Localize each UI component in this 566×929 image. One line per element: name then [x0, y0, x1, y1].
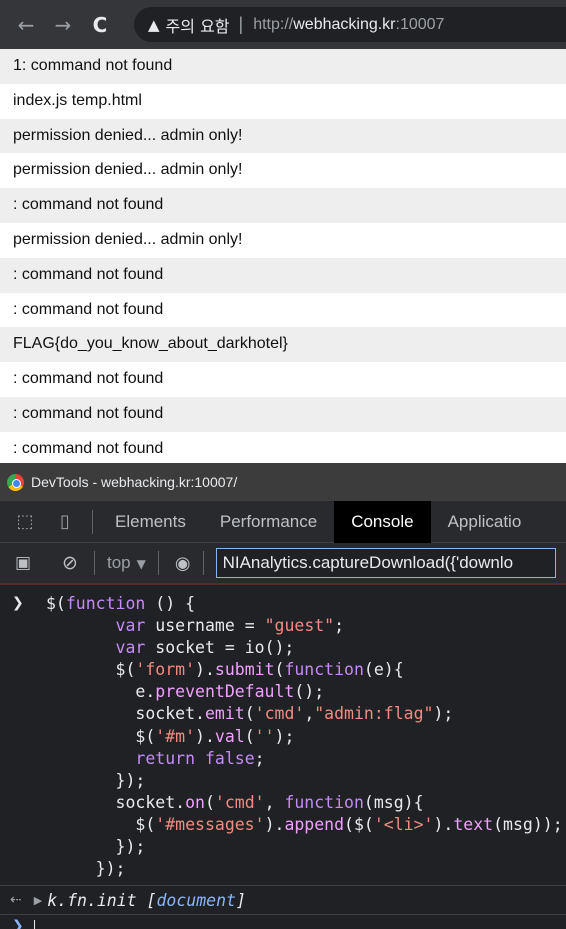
console-prompt[interactable]: ❯	[0, 914, 566, 929]
url-separator: |	[238, 14, 244, 34]
browser-toolbar: ← → C ▲ 주의 요함 | http://webhacking.kr:100…	[0, 0, 566, 49]
prompt-chevron-icon: ❯	[12, 918, 24, 929]
result-document: document	[156, 890, 236, 910]
return-arrow-icon: ⇠	[10, 892, 22, 908]
tab-console[interactable]: Console	[334, 500, 431, 543]
message-item: permission denied... admin only!	[0, 222, 566, 258]
input-chevron-icon: ❯	[12, 595, 24, 611]
devtools-titlebar: DevTools - webhacking.kr:10007/	[0, 463, 566, 501]
result-suffix: ]	[235, 890, 246, 910]
forward-arrow-icon[interactable]: →	[48, 10, 78, 40]
message-item: permission denied... admin only!	[0, 118, 566, 154]
toolbar-divider	[202, 551, 204, 575]
message-item: 1: command not found	[0, 49, 566, 84]
messages-list: 1: command not found index.js temp.html …	[0, 49, 566, 463]
show-sidebar-icon[interactable]: ▣	[11, 553, 35, 573]
message-item: : command not found	[0, 362, 566, 397]
console-result: ⇠ ▶ k.fn.init [document]	[0, 886, 566, 914]
message-item: : command not found	[0, 188, 566, 223]
result-object[interactable]: k.fn.init [document]	[47, 891, 246, 910]
message-item: : command not found	[0, 292, 566, 328]
url-port: :10007	[395, 15, 445, 33]
result-prefix: k.fn.init [	[47, 890, 157, 910]
console-filter-input[interactable]: NIAnalytics.captureDownload({'downlo	[215, 548, 556, 578]
tab-divider	[92, 509, 93, 534]
chrome-logo-icon	[7, 473, 24, 491]
inspect-element-icon[interactable]: ⬚	[12, 511, 38, 532]
text-cursor	[34, 920, 35, 929]
console-output: ❯ $(function () { var username = "guest"…	[0, 587, 566, 929]
tab-elements[interactable]: Elements	[98, 501, 203, 543]
chevron-down-icon: ▼	[136, 557, 146, 571]
message-item: : command not found	[0, 396, 566, 432]
message-item-flag: FLAG{do_you_know_about_darkhotel}	[0, 327, 566, 363]
expand-triangle-icon[interactable]: ▶	[34, 894, 42, 907]
message-item: index.js temp.html	[0, 83, 566, 119]
url-scheme: http://	[253, 15, 294, 33]
console-toolbar: ▣ ⊘ top ▼ ◉ NIAnalytics.captureDownload({…	[0, 543, 566, 585]
console-input-code: $(function () { var username = "guest"; …	[46, 594, 563, 879]
url-host: webhacking.kr	[293, 15, 396, 33]
clear-console-icon[interactable]: ⊘	[58, 552, 82, 574]
address-bar[interactable]: ▲ 주의 요함 | http://webhacking.kr:10007	[134, 7, 566, 42]
message-item: : command not found	[0, 257, 566, 293]
back-arrow-icon[interactable]: ←	[11, 10, 41, 40]
device-toolbar-icon[interactable]: ▯	[52, 511, 78, 532]
security-warning-label[interactable]: 주의 요함	[166, 13, 230, 37]
devtools-title: DevTools - webhacking.kr:10007/	[31, 474, 238, 490]
reload-icon[interactable]: C	[85, 10, 115, 40]
message-item: permission denied... admin only!	[0, 153, 566, 189]
tab-application[interactable]: Applicatio	[431, 501, 539, 543]
message-item: : command not found	[0, 431, 566, 463]
eye-icon[interactable]: ◉	[175, 553, 191, 574]
context-label: top	[107, 553, 131, 572]
toolbar-divider	[94, 551, 95, 575]
context-selector[interactable]: top ▼	[107, 553, 146, 573]
devtools-tabbar: ⬚ ▯ Elements Performance Console Applica…	[0, 500, 566, 543]
warning-icon: ▲	[148, 15, 160, 34]
tab-performance[interactable]: Performance	[203, 501, 334, 543]
toolbar-divider	[157, 551, 159, 575]
